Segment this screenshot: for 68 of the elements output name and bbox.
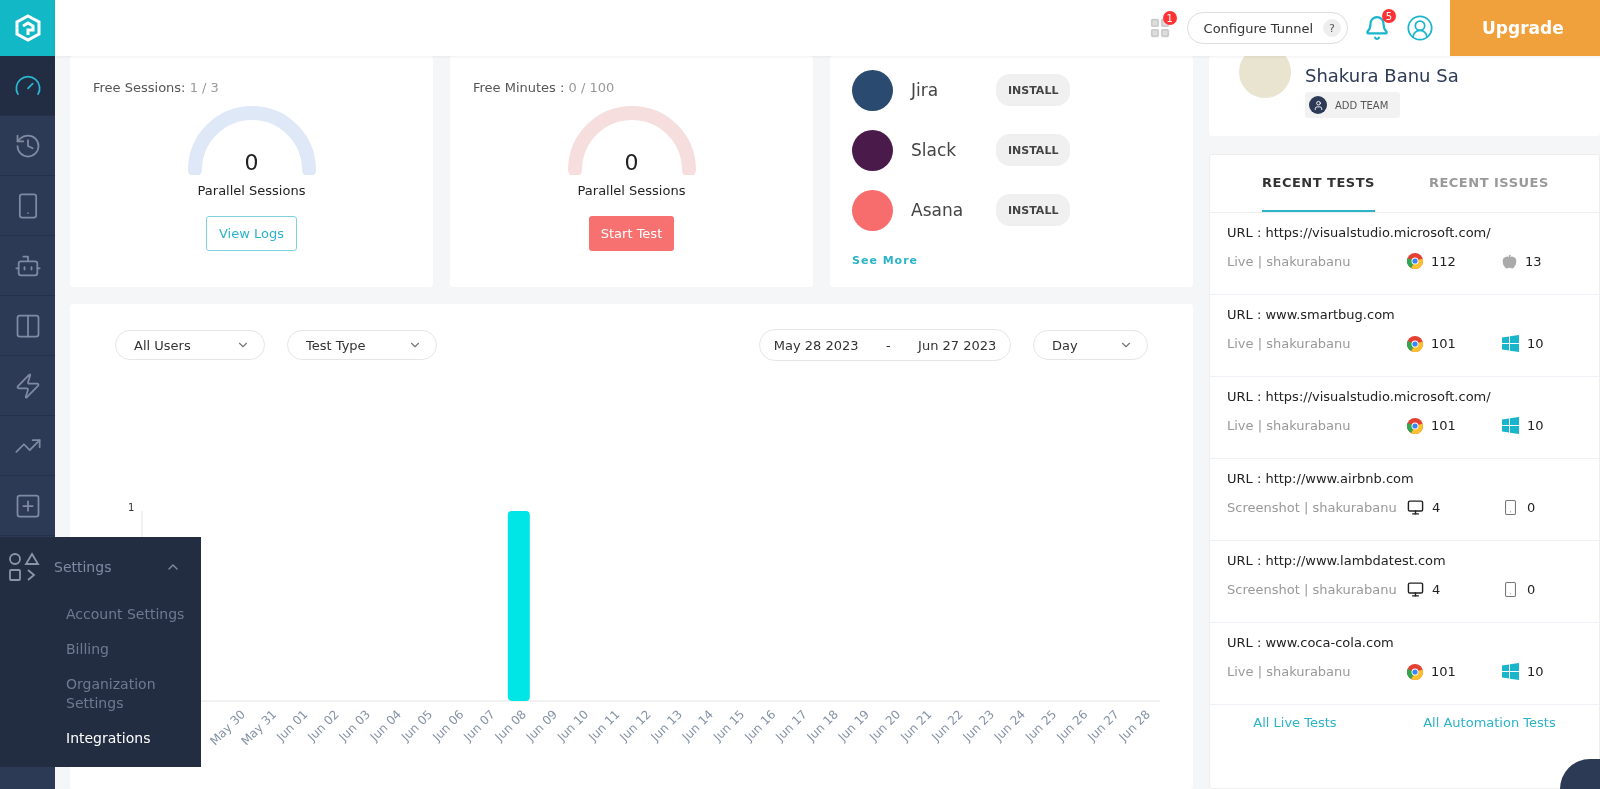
sidebar-item[interactable] bbox=[0, 56, 55, 116]
shapes-icon bbox=[8, 551, 40, 583]
windows-icon bbox=[1502, 663, 1519, 680]
axis-max-label: 1 bbox=[128, 502, 135, 513]
stat-value: 10 bbox=[1527, 418, 1544, 433]
axis-tick-label: Jun 28 bbox=[1116, 707, 1153, 744]
install-button[interactable]: INSTALL bbox=[996, 194, 1071, 226]
stat-value: 10 bbox=[1527, 336, 1544, 351]
integration-name: Jira bbox=[909, 80, 940, 100]
filter-dropdown[interactable]: All Users bbox=[115, 330, 265, 360]
stat-value: 101 bbox=[1431, 336, 1456, 351]
browser-icon bbox=[1407, 417, 1423, 434]
stat-value: 112 bbox=[1431, 253, 1456, 269]
windows-icon bbox=[1502, 335, 1519, 352]
test-url: URL : http://www.lambdatest.com bbox=[1227, 553, 1447, 568]
install-button[interactable]: INSTALL bbox=[996, 134, 1071, 166]
filter-dropdown[interactable]: Test Type bbox=[287, 330, 437, 360]
test-meta: Screenshot | shakurabanu bbox=[1227, 500, 1398, 515]
interval-dropdown[interactable]: Day bbox=[1033, 330, 1148, 360]
stat-value: 4 bbox=[1432, 500, 1441, 515]
user-icon[interactable] bbox=[1406, 14, 1434, 42]
stat-value: 0 bbox=[1527, 582, 1536, 597]
phone-icon bbox=[1502, 499, 1519, 516]
help-icon[interactable]: ? bbox=[1323, 19, 1341, 37]
stat-value: 10 bbox=[1527, 664, 1544, 679]
browser-icon bbox=[1407, 663, 1423, 680]
integration-name: Asana bbox=[910, 200, 965, 220]
apps-badge: 1 bbox=[1162, 11, 1177, 25]
install-button[interactable]: INSTALL bbox=[996, 74, 1071, 106]
logo-icon[interactable] bbox=[0, 0, 55, 56]
user-icon bbox=[1309, 96, 1327, 114]
profile-name: Shakura Banu Sa bbox=[1305, 65, 1460, 86]
test-url: URL : https://visualstudio.microsoft.com/ bbox=[1227, 225, 1492, 240]
gauge-caption: Parallel Sessions bbox=[577, 183, 686, 198]
panel-tab[interactable]: RECENT TESTS bbox=[1262, 155, 1375, 212]
test-meta: Live | shakurabanu bbox=[1227, 664, 1352, 679]
browser-icon bbox=[1407, 335, 1423, 352]
test-url: URL : www.smartbug.com bbox=[1227, 307, 1396, 322]
monitor-icon bbox=[1407, 581, 1424, 598]
notifications-badge: 5 bbox=[1382, 9, 1396, 23]
integration-name: Slack bbox=[910, 140, 958, 160]
gauge-value: 0 bbox=[243, 150, 260, 175]
test-url: URL : www.coca-cola.com bbox=[1227, 635, 1395, 650]
usage-label: Free Minutes : 0 / 100 bbox=[473, 80, 615, 95]
add-team-button[interactable]: ADD TEAM bbox=[1305, 92, 1401, 118]
gauge-value: 0 bbox=[623, 150, 640, 175]
phone-icon bbox=[1502, 581, 1519, 598]
stat-value: 13 bbox=[1525, 253, 1542, 269]
windows-icon bbox=[1502, 417, 1519, 434]
apple-icon bbox=[1502, 253, 1517, 269]
avatar-placeholder bbox=[1239, 56, 1291, 98]
stat-value: 101 bbox=[1431, 664, 1456, 679]
stat-value: 4 bbox=[1432, 582, 1441, 597]
stat-value: 101 bbox=[1431, 418, 1456, 433]
gauge-caption: Parallel Sessions bbox=[197, 183, 306, 198]
configure-tunnel-button[interactable]: Configure Tunnel ? bbox=[1186, 12, 1348, 44]
test-url: URL : https://visualstudio.microsoft.com/ bbox=[1227, 389, 1492, 404]
test-meta: Live | shakurabanu bbox=[1227, 336, 1352, 351]
stat-value: 0 bbox=[1527, 500, 1536, 515]
test-meta: Live | shakurabanu bbox=[1227, 253, 1352, 269]
test-meta: Screenshot | shakurabanu bbox=[1227, 582, 1398, 597]
test-meta: Live | shakurabanu bbox=[1227, 418, 1352, 433]
settings-menu-header[interactable]: Settings bbox=[0, 537, 201, 597]
browser-icon bbox=[1407, 253, 1423, 269]
settings-menu-item[interactable]: Integrations bbox=[66, 720, 191, 756]
usage-label: Free Sessions: 1 / 3 bbox=[93, 80, 219, 95]
monitor-icon bbox=[1407, 499, 1424, 516]
test-url: URL : http://www.airbnb.com bbox=[1227, 471, 1415, 486]
